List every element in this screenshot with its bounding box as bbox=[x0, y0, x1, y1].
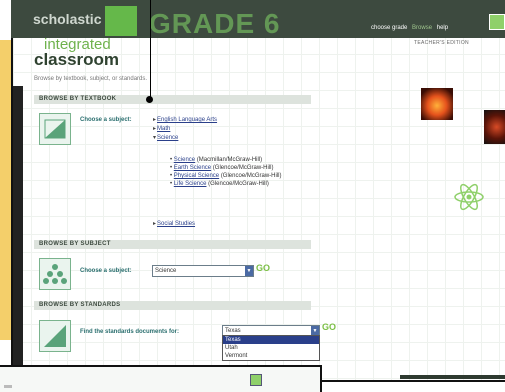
window-handle[interactable] bbox=[4, 385, 12, 388]
list-item: • Earth Science (Glencoe/McGraw-Hill) bbox=[170, 165, 274, 171]
left-rail bbox=[13, 86, 23, 376]
subject-icon bbox=[39, 258, 71, 290]
subject-ela[interactable]: ▸English Language Arts bbox=[153, 116, 217, 123]
header-links: choose grade Browse help bbox=[371, 25, 451, 31]
list-item: • Science (Macmillan/McGraw-Hill) bbox=[170, 157, 263, 163]
footer-bar bbox=[400, 375, 505, 379]
list-item: • Life Science (Glencoe/McGraw-Hill) bbox=[170, 181, 269, 187]
subject-science[interactable]: ▾Science bbox=[153, 134, 178, 141]
section-header-textbook: BROWSE BY TEXTBOOK bbox=[34, 95, 311, 104]
standards-dropdown-list: Texas Utah Vermont bbox=[222, 335, 320, 361]
lava-thumbnail[interactable] bbox=[421, 88, 453, 120]
scholastic-logo[interactable]: scholastic bbox=[33, 11, 101, 27]
site-header: scholastic GRADE 6 choose grade Browse h… bbox=[11, 0, 505, 39]
subject-link-math[interactable]: Math bbox=[157, 126, 170, 132]
subject-link-science[interactable]: Science bbox=[157, 135, 178, 141]
dropdown-option[interactable]: Texas bbox=[223, 336, 319, 344]
section-header-subject: BROWSE BY SUBJECT bbox=[34, 240, 311, 249]
browse-link[interactable]: Browse bbox=[412, 25, 432, 31]
subject-link-ela[interactable]: English Language Arts bbox=[157, 117, 217, 123]
overlapping-window bbox=[0, 365, 322, 392]
expand-arrow-icon: ▸ bbox=[153, 221, 157, 227]
subject-prompt: Choose a subject: bbox=[80, 268, 132, 274]
expand-arrow-icon: ▸ bbox=[153, 126, 157, 132]
browse-instructions: Browse by textbook, subject, or standard… bbox=[34, 76, 148, 82]
dropdown-option[interactable]: Utah bbox=[223, 344, 319, 352]
section-header-standards: BROWSE BY STANDARDS bbox=[34, 301, 311, 310]
choose-grade-link[interactable]: choose grade bbox=[371, 25, 407, 31]
science-book-list: • Science (Macmillan/McGraw-Hill) • Eart… bbox=[170, 156, 282, 188]
expand-arrow-icon: ▸ bbox=[153, 117, 157, 123]
subject-math[interactable]: ▸Math bbox=[153, 125, 170, 132]
book-link[interactable]: Life Science bbox=[174, 181, 207, 187]
book-icon bbox=[44, 119, 66, 139]
callout-dot bbox=[146, 96, 153, 103]
book-link[interactable]: Earth Science bbox=[174, 165, 211, 171]
textbook-icon bbox=[39, 113, 71, 145]
list-item: • Physical Science (Glencoe/McGraw-Hill) bbox=[170, 173, 282, 179]
subject-social-studies[interactable]: ▸Social Studies bbox=[153, 220, 195, 227]
standards-prompt: Find the standards documents for: bbox=[80, 329, 180, 335]
chevron-down-icon[interactable]: ▼ bbox=[245, 266, 253, 276]
planet-thumbnail[interactable] bbox=[484, 110, 505, 144]
brand-classroom: classroom bbox=[34, 50, 120, 69]
book-link[interactable]: Science bbox=[174, 157, 195, 163]
callout-line bbox=[150, 0, 151, 100]
book-link[interactable]: Physical Science bbox=[174, 173, 219, 179]
collapse-arrow-icon: ▾ bbox=[153, 135, 157, 141]
subject-go-button[interactable]: GO bbox=[256, 263, 270, 273]
dropdown-option[interactable]: Vermont bbox=[223, 352, 319, 360]
subject-link-social-studies[interactable]: Social Studies bbox=[157, 221, 195, 227]
grade-label: GRADE 6 bbox=[149, 8, 281, 39]
window-icon[interactable] bbox=[250, 374, 262, 386]
left-accent-bar bbox=[0, 40, 11, 340]
edition-label: TEACHER'S EDITION bbox=[414, 40, 469, 46]
document-icon bbox=[44, 325, 66, 347]
atom-icon bbox=[454, 183, 484, 211]
textbook-prompt: Choose a subject: bbox=[80, 117, 132, 123]
help-link[interactable]: help bbox=[437, 25, 448, 31]
subject-select[interactable]: Science ▼ bbox=[152, 265, 254, 277]
home-icon[interactable] bbox=[489, 14, 505, 30]
standards-go-button[interactable]: GO bbox=[322, 322, 336, 332]
people-icon bbox=[43, 264, 67, 284]
standards-icon bbox=[39, 320, 71, 352]
grade-logo-icon bbox=[105, 6, 137, 36]
